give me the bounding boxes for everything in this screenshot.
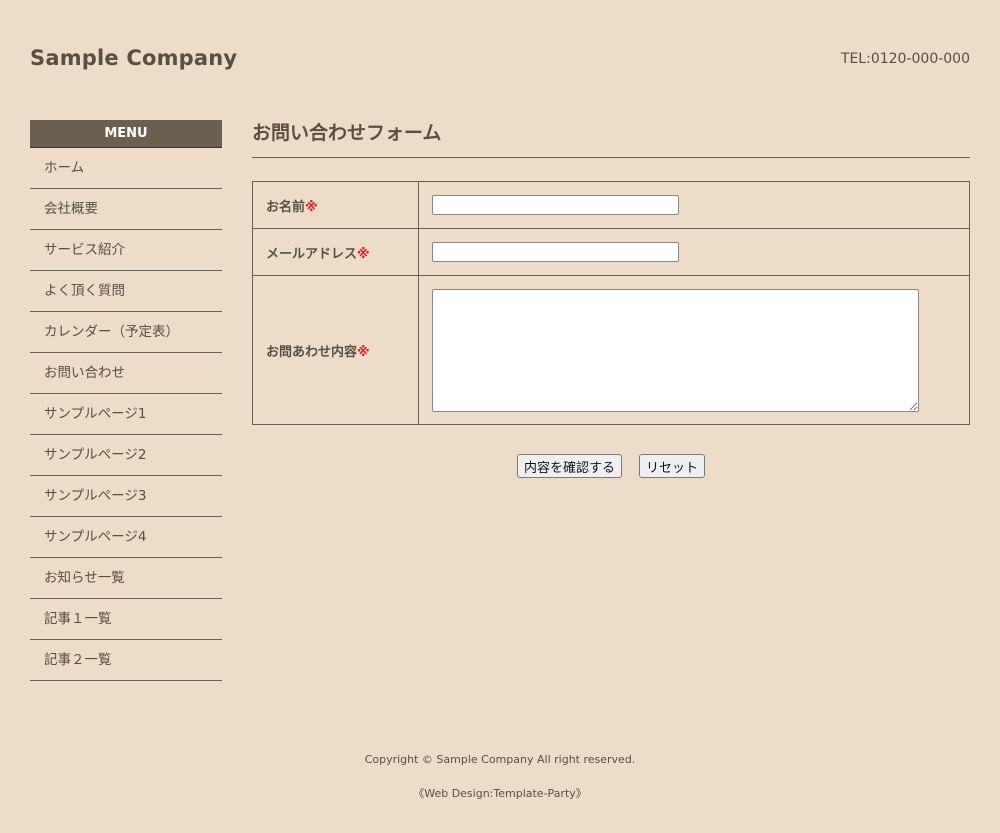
menu-item-contact[interactable]: お問い合わせ xyxy=(30,353,222,394)
message-textarea[interactable] xyxy=(432,288,919,412)
field-cell xyxy=(418,275,970,425)
copyright-text: Copyright © Sample Company All right res… xyxy=(364,753,636,766)
required-mark: ※ xyxy=(357,246,370,262)
menu-item-sample-4[interactable]: サンプルページ4 xyxy=(30,517,222,558)
email-input[interactable] xyxy=(432,242,679,262)
menu-item-company[interactable]: 会社概要 xyxy=(30,189,222,230)
menu-item-sample-1[interactable]: サンプルページ1 xyxy=(30,394,222,435)
field-cell xyxy=(418,181,970,229)
menu-item-sample-3[interactable]: サンプルページ3 xyxy=(30,476,222,517)
form-row-name: お名前※ xyxy=(252,181,970,229)
menu-item-faq[interactable]: よく頂く質問 xyxy=(30,271,222,312)
field-label: メールアドレス※ xyxy=(252,228,419,276)
phone-number: TEL:0120-000-000 xyxy=(840,51,970,67)
menu-item-services[interactable]: サービス紹介 xyxy=(30,230,222,271)
email-label: メールアドレス xyxy=(266,246,358,262)
page-title: お問い合わせフォーム xyxy=(252,116,970,158)
contact-form-table: お名前※ メールアドレス※ お問あわせ内容※ xyxy=(252,181,970,425)
menu-item-articles-2[interactable]: 記事２一覧 xyxy=(30,640,222,681)
menu-list: ホーム 会社概要 サービス紹介 よく頂く質問 カレンダー（予定表） お問い合わせ… xyxy=(30,148,222,681)
name-label: お名前 xyxy=(266,199,306,215)
form-row-message: お問あわせ内容※ xyxy=(252,275,970,425)
name-input[interactable] xyxy=(432,195,679,215)
menu-item-news[interactable]: お知らせ一覧 xyxy=(30,558,222,599)
menu-item-articles-1[interactable]: 記事１一覧 xyxy=(30,599,222,640)
field-label: お名前※ xyxy=(252,181,419,229)
reset-button[interactable]: リセット xyxy=(639,454,706,478)
required-mark: ※ xyxy=(305,199,318,215)
main-content: お問い合わせフォーム お名前※ メールアドレス※ お問あわせ内容※ 内容を確認す… xyxy=(252,116,970,478)
menu-item-calendar[interactable]: カレンダー（予定表） xyxy=(30,312,222,353)
form-buttons: 内容を確認する リセット xyxy=(252,454,970,478)
confirm-button[interactable]: 内容を確認する xyxy=(516,454,622,478)
field-label: お問あわせ内容※ xyxy=(252,275,419,425)
field-cell xyxy=(418,228,970,276)
form-row-email: メールアドレス※ xyxy=(252,228,970,276)
sidebar-menu: MENU ホーム 会社概要 サービス紹介 よく頂く質問 カレンダー（予定表） お… xyxy=(30,120,222,681)
company-logo[interactable]: Sample Company xyxy=(30,46,237,70)
menu-item-home[interactable]: ホーム xyxy=(30,148,222,189)
required-mark: ※ xyxy=(357,344,370,360)
design-credit-link[interactable]: 《Web Design:Template-Party》 xyxy=(0,785,1000,801)
message-label: お問あわせ内容 xyxy=(266,344,358,360)
menu-heading: MENU xyxy=(30,120,222,148)
menu-item-sample-2[interactable]: サンプルページ2 xyxy=(30,435,222,476)
